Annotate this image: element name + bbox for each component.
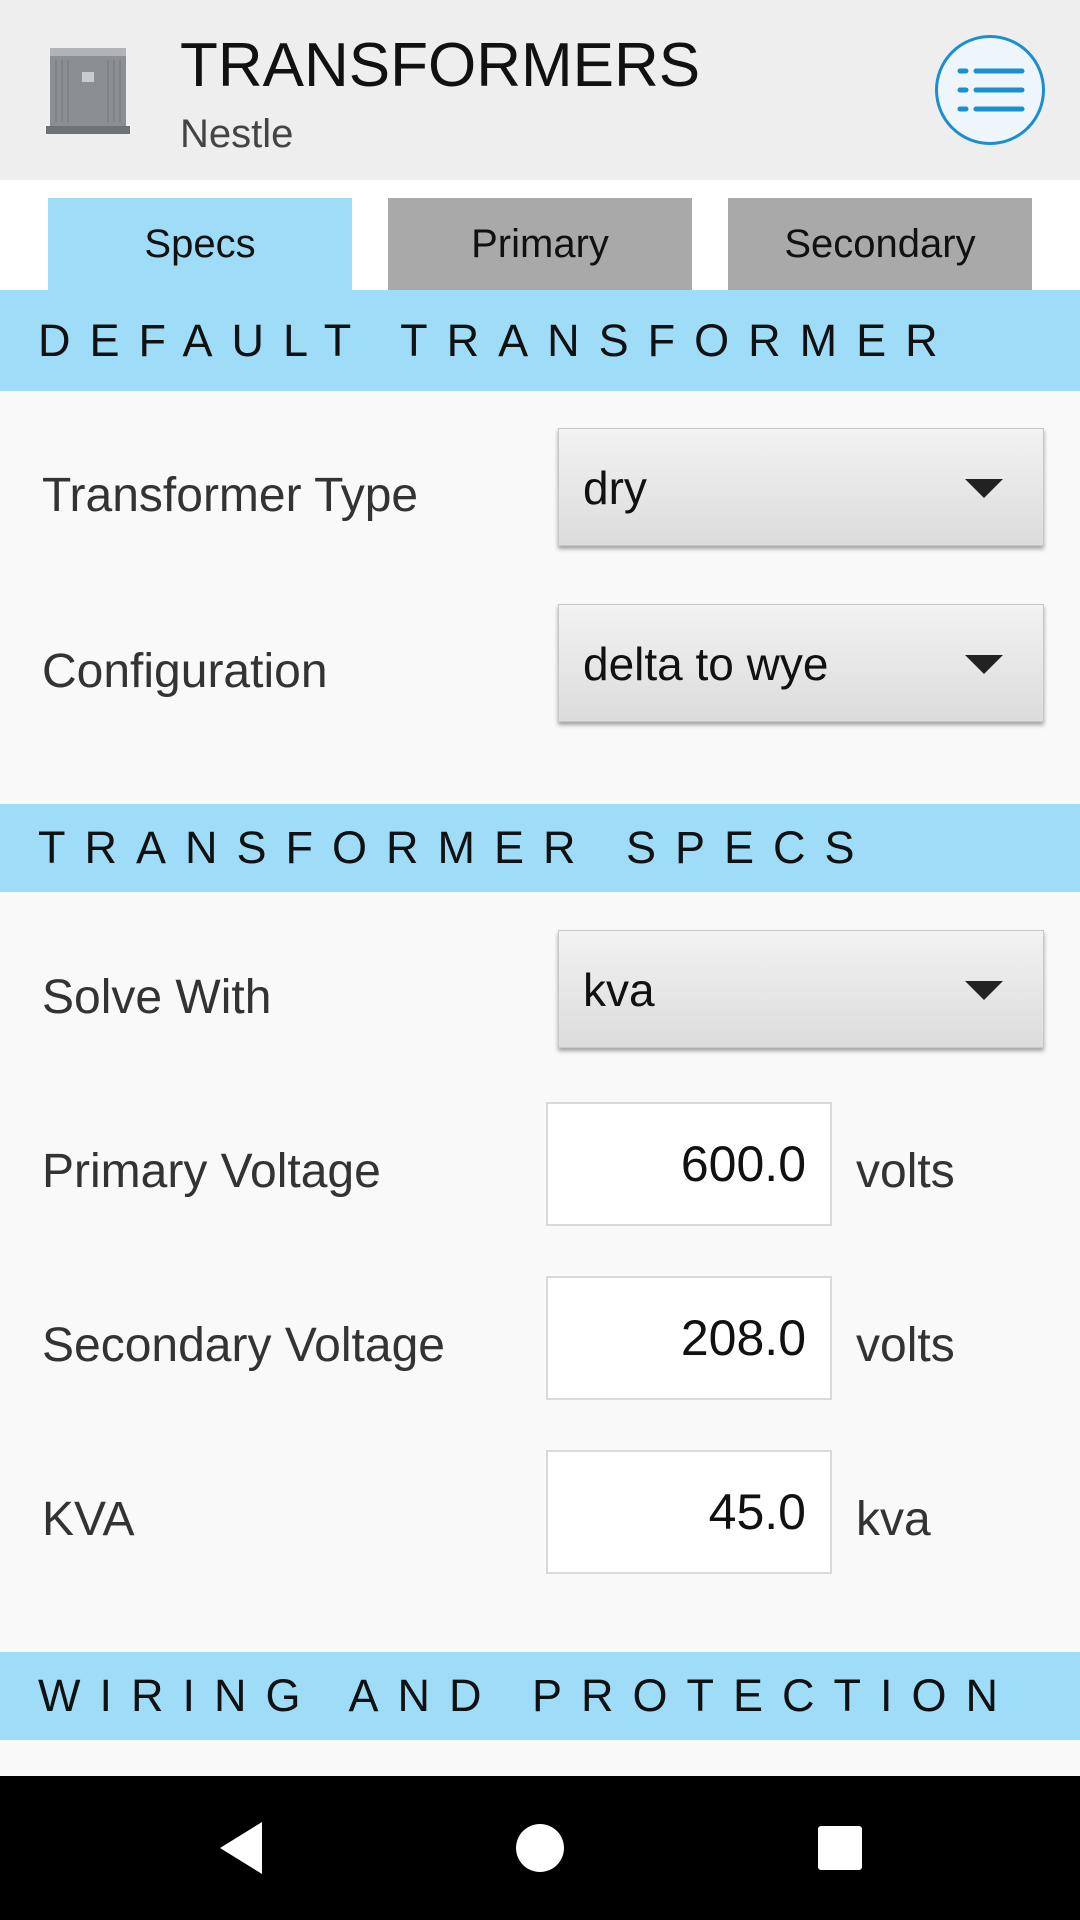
transformer-type-value: dry	[583, 462, 647, 514]
dropdown-arrow-icon	[965, 655, 1003, 674]
dropdown-arrow-icon	[965, 981, 1003, 1000]
secondary-voltage-label: Secondary Voltage	[42, 1319, 445, 1372]
configuration-label: Configuration	[42, 645, 328, 698]
section-header-default-transformer: DEFAULT TRANSFORMER	[0, 290, 1080, 391]
transformer-type-label: Transformer Type	[42, 469, 419, 522]
home-circle-icon	[516, 1824, 564, 1872]
solve-with-dropdown[interactable]: kva	[558, 930, 1044, 1048]
menu-button[interactable]	[935, 35, 1045, 145]
tab-specs[interactable]: Specs	[48, 198, 352, 290]
secondary-voltage-unit: volts	[856, 1319, 955, 1372]
solve-with-label: Solve With	[42, 971, 272, 1024]
configuration-dropdown[interactable]: delta to wye	[558, 604, 1044, 722]
recents-button[interactable]	[780, 1776, 900, 1920]
list-menu-icon	[957, 68, 1025, 112]
system-nav-bar	[0, 1776, 1080, 1920]
configuration-value: delta to wye	[583, 638, 829, 690]
primary-voltage-input[interactable]: 600.0	[546, 1102, 832, 1226]
transformer-type-dropdown[interactable]: dry	[558, 428, 1044, 546]
tab-bar: Specs Primary Secondary	[0, 180, 1080, 290]
kva-unit: kva	[856, 1493, 931, 1546]
kva-input[interactable]: 45.0	[546, 1450, 832, 1574]
solve-with-value: kva	[583, 964, 655, 1016]
section-header-transformer-specs: TRANSFORMER SPECS	[0, 804, 1080, 892]
section-header-wiring-protection: WIRING AND PROTECTION	[0, 1652, 1080, 1740]
transformer-box-icon	[46, 42, 132, 136]
primary-voltage-label: Primary Voltage	[42, 1145, 381, 1198]
home-button[interactable]	[480, 1776, 600, 1920]
app-subtitle: Nestle	[180, 112, 294, 156]
tab-secondary[interactable]: Secondary	[728, 198, 1032, 290]
back-triangle-icon	[220, 1822, 262, 1874]
kva-label: KVA	[42, 1493, 135, 1546]
app-header: TRANSFORMERS Nestle	[0, 0, 1080, 180]
secondary-voltage-input[interactable]: 208.0	[546, 1276, 832, 1400]
primary-voltage-unit: volts	[856, 1145, 955, 1198]
tab-primary[interactable]: Primary	[388, 198, 692, 290]
app-title: TRANSFORMERS	[180, 31, 701, 100]
dropdown-arrow-icon	[965, 479, 1003, 498]
recents-square-icon	[818, 1826, 862, 1870]
back-button[interactable]	[180, 1776, 300, 1920]
